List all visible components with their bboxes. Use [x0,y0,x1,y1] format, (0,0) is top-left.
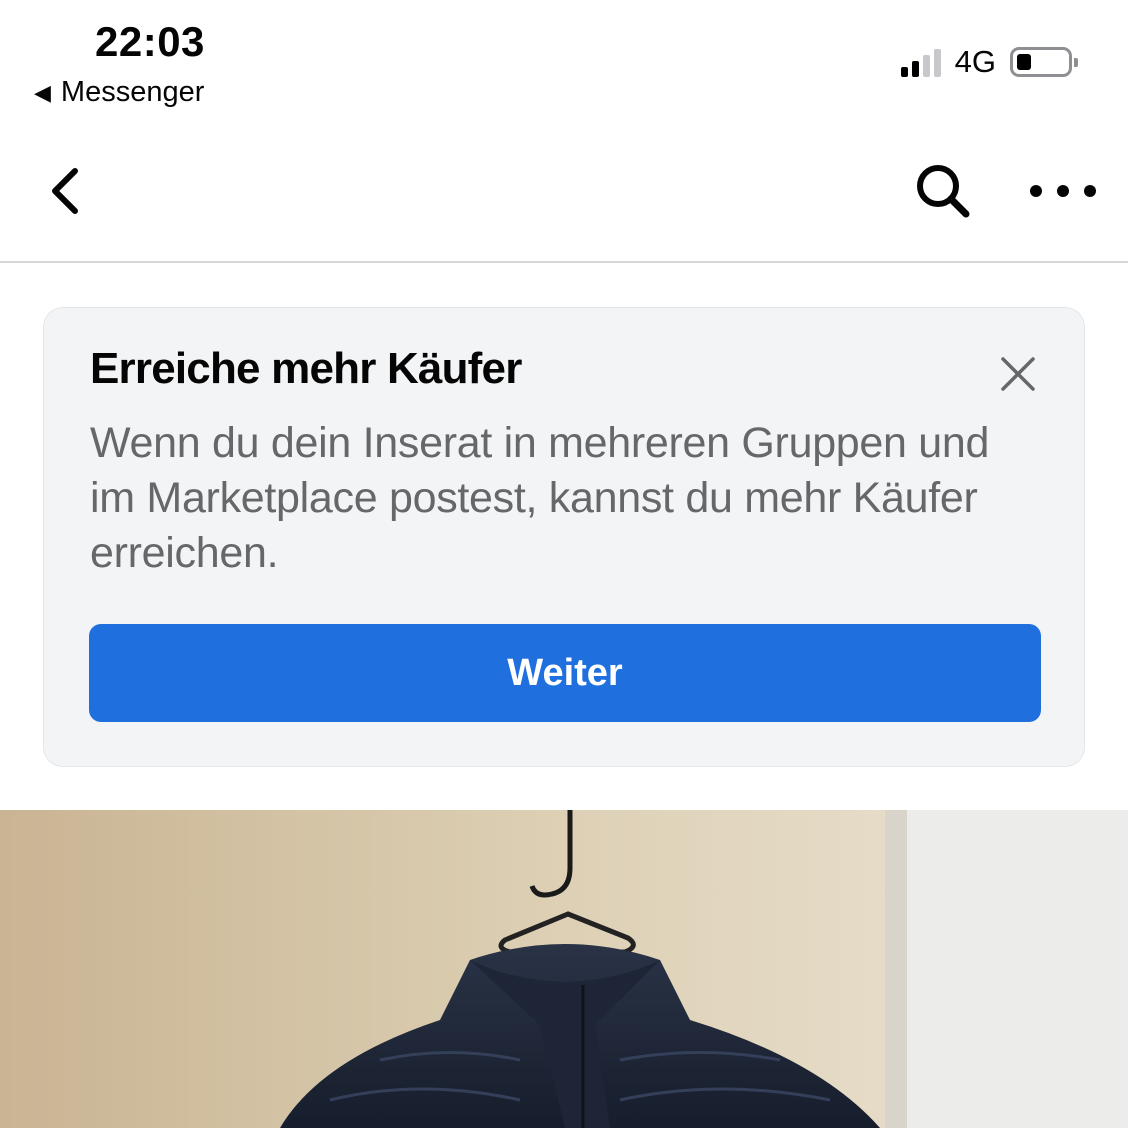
continue-button[interactable]: Weiter [89,624,1041,722]
jacket-photo[interactable] [0,810,1128,1128]
back-to-app-link[interactable]: ◀ Messenger [34,76,204,109]
network-type: 4G [954,44,996,79]
search-icon[interactable] [912,160,974,222]
back-triangle-icon: ◀ [34,79,51,105]
promo-body: Wenn du dein Inserat in mehreren Gruppen… [90,419,990,577]
battery-icon [1010,47,1078,77]
close-icon[interactable] [998,354,1038,394]
more-horizontal-icon[interactable] [1030,174,1096,208]
promo-title: Erreiche mehr Käufer [90,344,522,393]
status-indicators: 4G [900,42,1078,82]
chevron-left-icon[interactable] [44,160,94,220]
promo-card: Erreiche mehr Käufer Wenn du dein Insera… [43,307,1085,767]
screen: 22:03 ◀ Messenger 4G Erreiche mehr Käufe… [0,0,1128,1128]
status-time: 22:03 [95,18,205,65]
signal-strength-icon [900,47,941,77]
back-app-label: Messenger [60,76,205,108]
nav-divider [0,261,1128,263]
